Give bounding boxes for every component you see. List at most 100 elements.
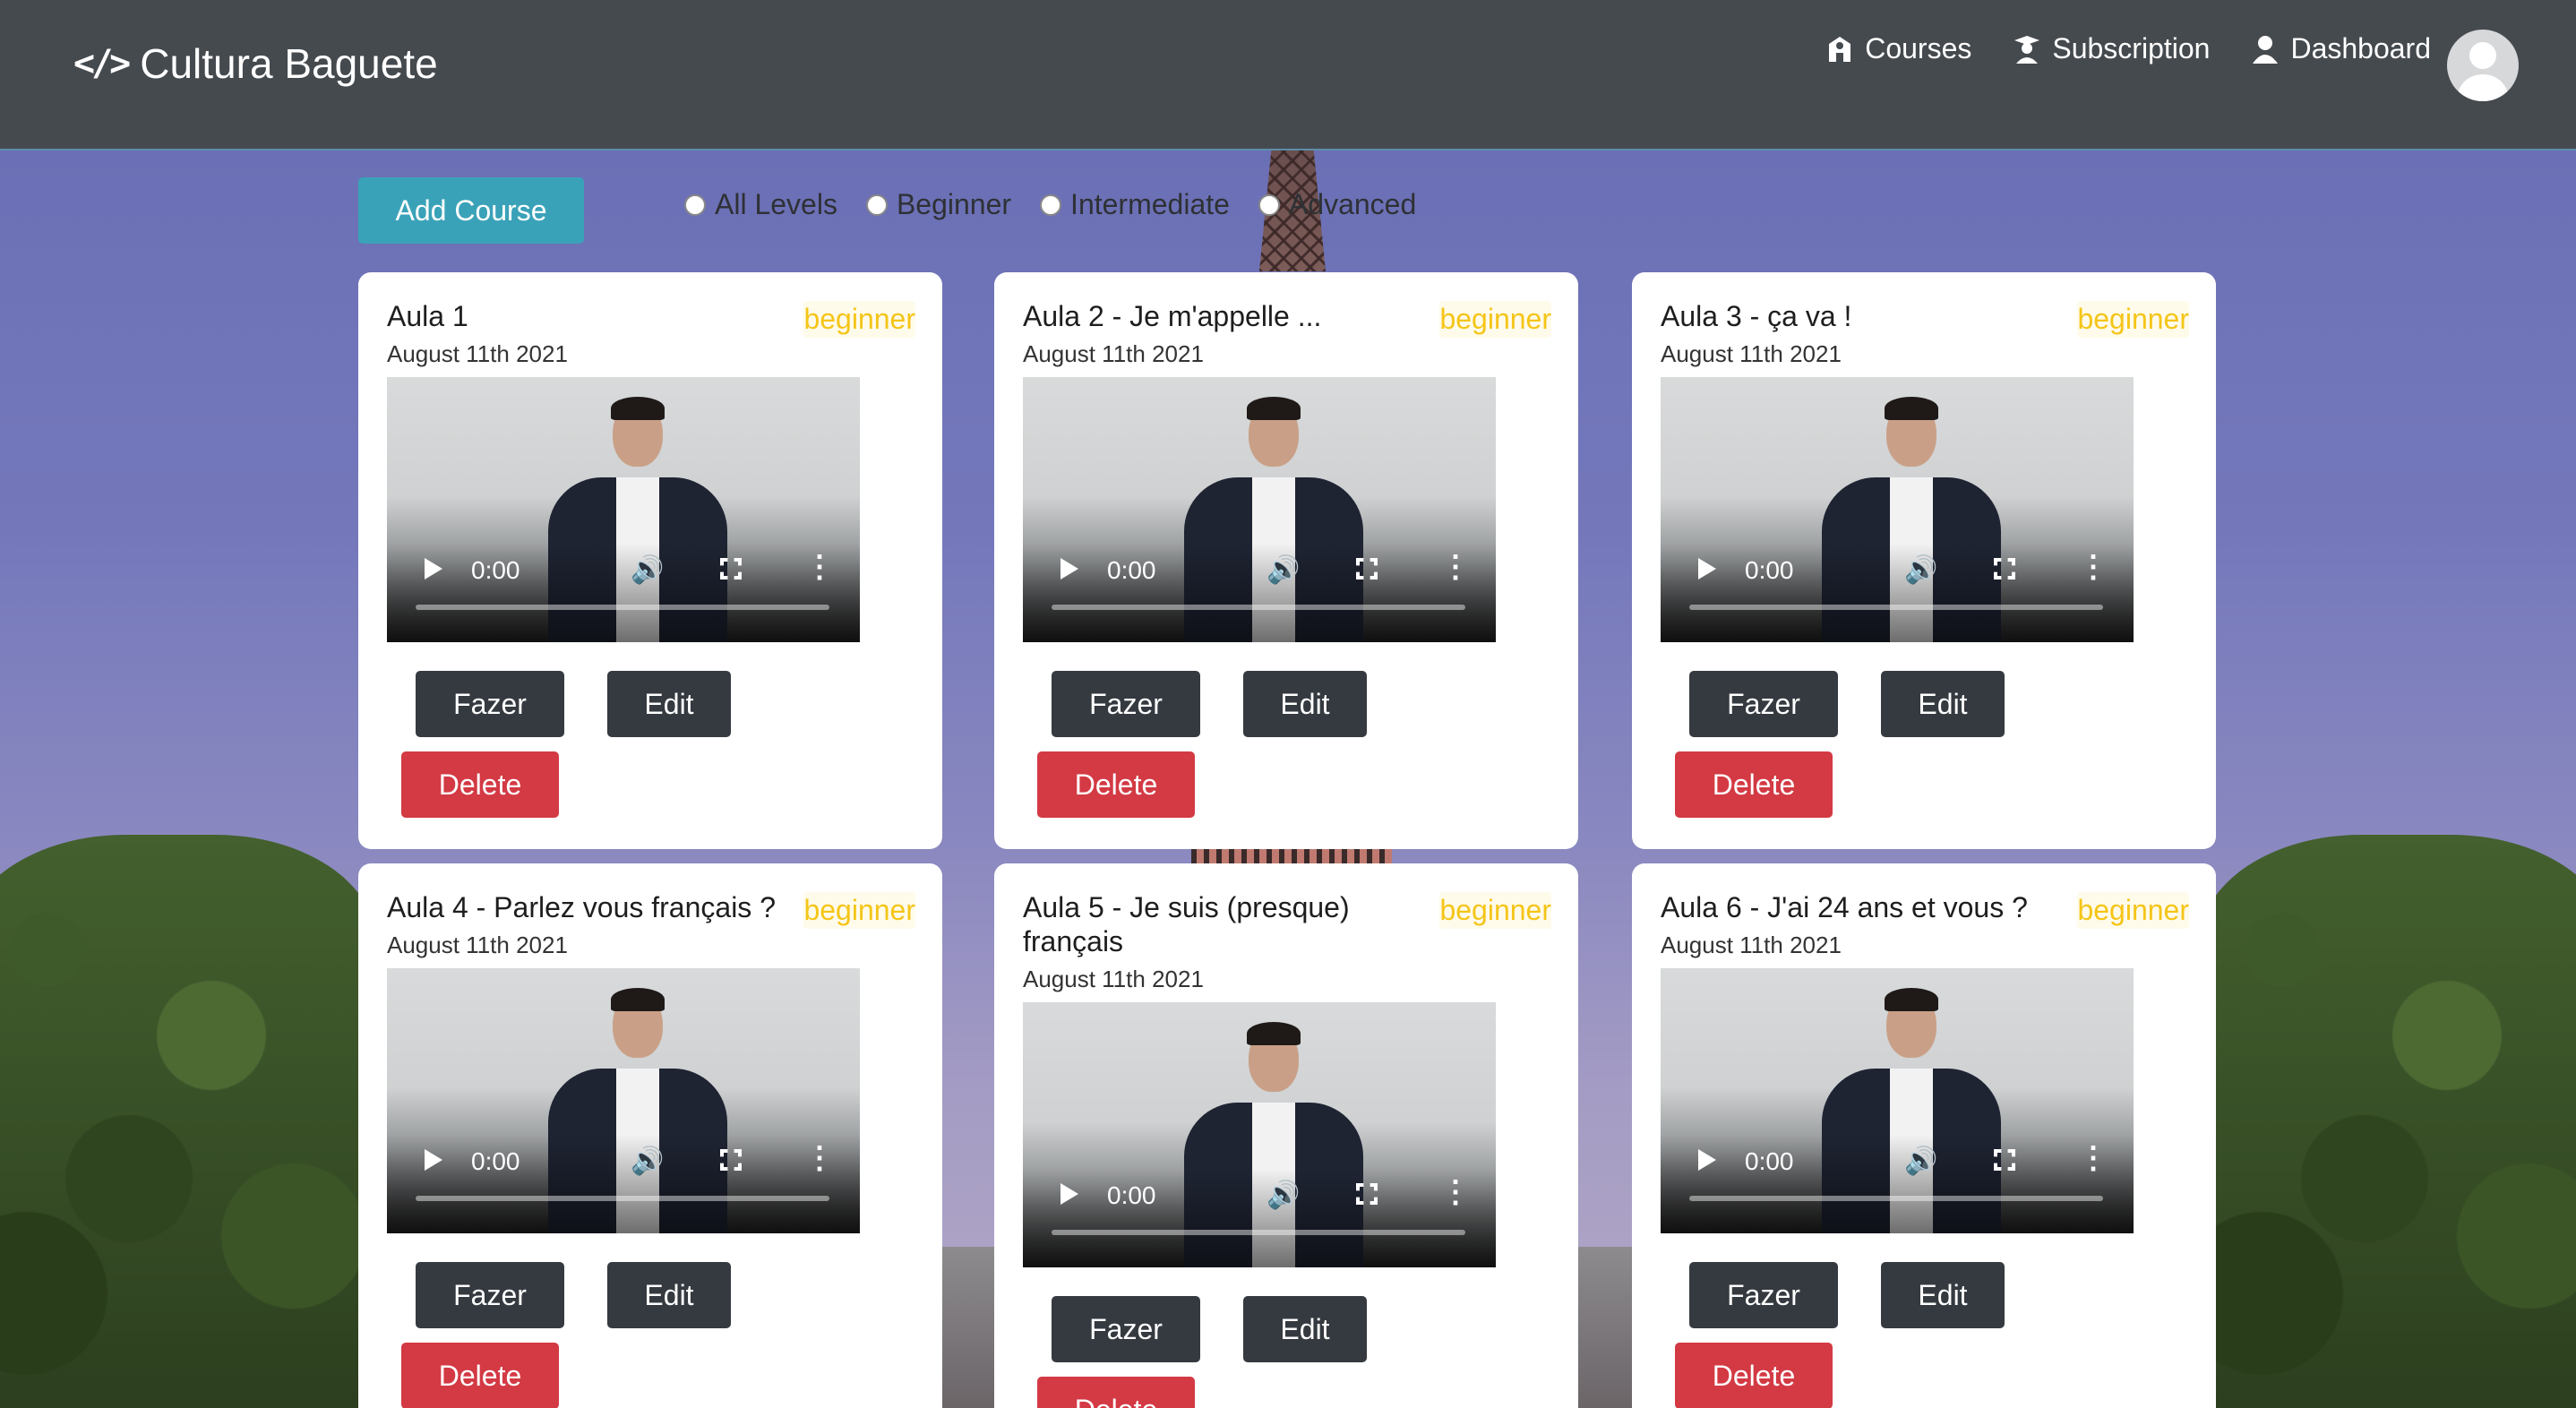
level-badge: beginner: [803, 892, 915, 929]
card-actions: Fazer Edit: [1689, 1262, 2187, 1328]
play-icon[interactable]: [425, 1149, 442, 1171]
fullscreen-icon[interactable]: [720, 558, 742, 580]
edit-button[interactable]: Edit: [1243, 1296, 1367, 1362]
nav-dashboard-label: Dashboard: [2290, 32, 2431, 64]
course-title: Aula 5 - Je suis (presque) français: [1023, 891, 1350, 957]
course-date: August 11th 2021: [387, 932, 568, 958]
video-progress-bar[interactable]: [416, 1196, 829, 1201]
nav-subscription[interactable]: Subscription: [2011, 32, 2210, 65]
fazer-button[interactable]: Fazer: [1052, 671, 1200, 737]
radio-icon[interactable]: [865, 193, 888, 216]
radio-icon[interactable]: [1258, 193, 1280, 216]
more-options-icon[interactable]: ⋮: [1440, 1174, 1471, 1210]
course-card: Aula 6 - J'ai 24 ans et vous ? beginner …: [1632, 863, 2216, 1408]
video-player[interactable]: 0:00 🔊 ⋮: [1661, 377, 2134, 642]
nav-subscription-label: Subscription: [2052, 32, 2211, 64]
filter-all-levels[interactable]: All Levels: [684, 188, 837, 221]
more-options-icon[interactable]: ⋮: [2078, 1140, 2108, 1176]
fazer-button[interactable]: Fazer: [416, 671, 564, 737]
course-title: Aula 3 - ça va !: [1661, 300, 1852, 332]
fullscreen-icon[interactable]: [1994, 558, 2015, 580]
more-options-icon[interactable]: ⋮: [2078, 549, 2108, 585]
delete-button[interactable]: Delete: [401, 751, 559, 818]
fazer-button[interactable]: Fazer: [1689, 1262, 1838, 1328]
level-badge: beginner: [803, 301, 915, 338]
play-icon[interactable]: [425, 558, 442, 580]
video-progress-bar[interactable]: [1689, 1196, 2103, 1201]
graduate-icon: [2014, 35, 2040, 64]
video-controls: 0:00 🔊 ⋮: [387, 544, 860, 642]
more-options-icon[interactable]: ⋮: [1440, 549, 1471, 585]
more-options-icon[interactable]: ⋮: [804, 1140, 835, 1176]
delete-button[interactable]: Delete: [1037, 751, 1195, 818]
delete-button[interactable]: Delete: [1675, 751, 1833, 818]
add-course-button[interactable]: Add Course: [358, 177, 584, 244]
user-avatar-icon[interactable]: [2447, 30, 2519, 101]
video-time: 0:00: [1745, 556, 1794, 584]
edit-button[interactable]: Edit: [607, 671, 731, 737]
filter-beginner[interactable]: Beginner: [865, 188, 1012, 221]
fullscreen-icon[interactable]: [1994, 1149, 2015, 1171]
video-player[interactable]: 0:00 🔊 ⋮: [1661, 968, 2134, 1233]
video-player[interactable]: 0:00 🔊 ⋮: [387, 377, 860, 642]
play-icon[interactable]: [1698, 1149, 1716, 1171]
card-actions: Fazer Edit: [416, 671, 914, 737]
fazer-button[interactable]: Fazer: [416, 1262, 564, 1328]
brand-logo[interactable]: </> Cultura Baguete: [73, 39, 438, 88]
filter-label: Intermediate: [1070, 188, 1230, 220]
course-card: Aula 2 - Je m'appelle ... beginner Augus…: [994, 272, 1578, 849]
card-actions: Fazer Edit: [1689, 671, 2187, 737]
video-player[interactable]: 0:00 🔊 ⋮: [1023, 1002, 1496, 1267]
fullscreen-icon[interactable]: [1356, 558, 1378, 580]
radio-icon[interactable]: [684, 193, 706, 216]
filter-advanced[interactable]: Advanced: [1258, 188, 1416, 221]
level-badge: beginner: [1439, 301, 1551, 338]
video-player[interactable]: 0:00 🔊 ⋮: [387, 968, 860, 1233]
course-date: August 11th 2021: [1023, 340, 1204, 367]
play-icon[interactable]: [1698, 558, 1716, 580]
volume-icon[interactable]: 🔊: [631, 1146, 664, 1177]
course-date: August 11th 2021: [1661, 932, 1842, 958]
video-player[interactable]: 0:00 🔊 ⋮: [1023, 377, 1496, 642]
edit-button[interactable]: Edit: [607, 1262, 731, 1328]
user-icon: [2253, 35, 2279, 64]
nav-links: Courses Subscription Dashboard: [1824, 32, 2431, 65]
edit-button[interactable]: Edit: [1243, 671, 1367, 737]
video-progress-bar[interactable]: [1052, 605, 1465, 610]
delete-button[interactable]: Delete: [1037, 1377, 1195, 1408]
fazer-button[interactable]: Fazer: [1052, 1296, 1200, 1362]
filter-intermediate[interactable]: Intermediate: [1040, 188, 1230, 221]
video-progress-bar[interactable]: [416, 605, 829, 610]
radio-icon[interactable]: [1040, 193, 1062, 216]
video-progress-bar[interactable]: [1689, 605, 2103, 610]
volume-icon[interactable]: 🔊: [1267, 554, 1300, 586]
fullscreen-icon[interactable]: [1356, 1183, 1378, 1205]
video-progress-bar[interactable]: [1052, 1230, 1465, 1235]
level-badge: beginner: [1439, 892, 1551, 929]
level-badge: beginner: [2077, 892, 2189, 929]
level-badge: beginner: [2077, 301, 2189, 338]
edit-button[interactable]: Edit: [1881, 1262, 2005, 1328]
video-controls: 0:00 🔊 ⋮: [1023, 1169, 1496, 1267]
more-options-icon[interactable]: ⋮: [804, 549, 835, 585]
volume-icon[interactable]: 🔊: [1904, 554, 1937, 586]
nav-courses[interactable]: Courses: [1824, 32, 1971, 65]
play-icon[interactable]: [1060, 1183, 1078, 1205]
play-icon[interactable]: [1060, 558, 1078, 580]
video-time: 0:00: [1107, 1181, 1156, 1209]
fullscreen-icon[interactable]: [720, 1149, 742, 1171]
nav-dashboard[interactable]: Dashboard: [2249, 32, 2431, 65]
edit-button[interactable]: Edit: [1881, 671, 2005, 737]
filter-label: Beginner: [896, 188, 1012, 220]
delete-button[interactable]: Delete: [1675, 1343, 1833, 1408]
course-title: Aula 1: [387, 300, 468, 332]
volume-icon[interactable]: 🔊: [631, 554, 664, 586]
video-controls: 0:00 🔊 ⋮: [1661, 544, 2134, 642]
course-card: Aula 3 - ça va ! beginner August 11th 20…: [1632, 272, 2216, 849]
card-actions: Fazer Edit: [416, 1262, 914, 1328]
volume-icon[interactable]: 🔊: [1267, 1180, 1300, 1211]
card-actions: Fazer Edit: [1052, 1296, 1550, 1362]
fazer-button[interactable]: Fazer: [1689, 671, 1838, 737]
volume-icon[interactable]: 🔊: [1904, 1146, 1937, 1177]
delete-button[interactable]: Delete: [401, 1343, 559, 1408]
